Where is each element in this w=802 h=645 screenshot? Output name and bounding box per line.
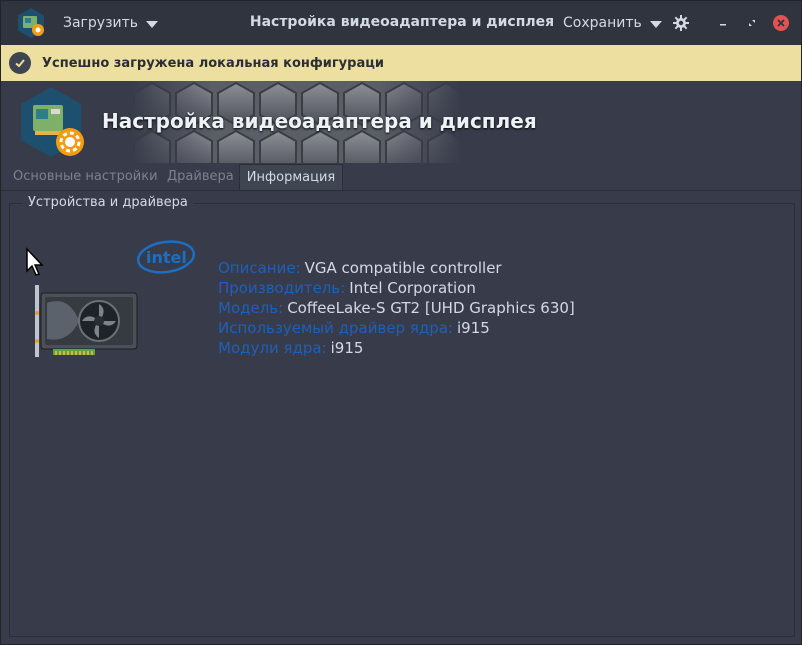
close-button[interactable] <box>771 13 791 33</box>
chevron-down-icon <box>649 20 662 28</box>
minimize-button[interactable] <box>713 13 733 33</box>
load-label: Загрузить <box>63 15 139 31</box>
settings-button[interactable] <box>669 11 693 35</box>
restore-icon <box>749 20 755 26</box>
save-button[interactable]: Сохранить <box>563 11 662 35</box>
restore-button[interactable] <box>742 13 762 33</box>
kernel-driver-label: Используемый драйвер ядра: <box>218 319 453 337</box>
info-message: Успешно загружена локальная конфигураци <box>42 55 384 71</box>
save-label: Сохранить <box>563 15 642 31</box>
detail-row-model: Модель: CoffeeLake-S GT2 [UHD Graphics 63… <box>218 298 575 318</box>
tab-drivers[interactable]: Драйвера <box>167 164 234 190</box>
detail-row-kernel-modules: Модули ядра: i915 <box>218 338 575 358</box>
kernel-modules-value: i915 <box>330 339 364 357</box>
check-icon <box>9 52 31 74</box>
info-bar: Успешно загружена локальная конфигураци <box>1 45 801 81</box>
banner-title: Настройка видеоадаптера и дисплея <box>102 109 537 133</box>
kernel-modules-label: Модули ядра: <box>218 339 327 357</box>
detail-row-kernel-driver: Используемый драйвер ядра: i915 <box>218 318 575 338</box>
description-label: Описание: <box>218 259 301 277</box>
app-icon <box>15 7 47 39</box>
tab-bar: Основные настройки Драйвера Информация <box>1 163 801 191</box>
vendor-label: Производитель: <box>218 279 346 297</box>
kernel-driver-value: i915 <box>457 319 490 337</box>
model-label: Модель: <box>218 299 284 317</box>
app-logo-icon <box>17 85 89 161</box>
vendor-value: Intel Corporation <box>349 279 476 297</box>
gpu-card-icon <box>35 285 138 357</box>
detail-row-description: Описание: VGA compatible controller <box>218 258 575 278</box>
device-details: Описание: VGA compatible controller Произ… <box>218 258 575 358</box>
detail-row-vendor: Производитель: Intel Corporation <box>218 278 575 298</box>
svg-text:intel: intel <box>146 248 187 267</box>
load-button[interactable]: Загрузить <box>63 11 159 35</box>
titlebar: Загрузить Настройка видеоадаптера и дисп… <box>1 1 801 45</box>
gear-icon <box>673 15 689 31</box>
chevron-down-icon <box>146 20 159 28</box>
description-value: VGA compatible controller <box>304 259 502 277</box>
group-title: Устройства и драйвера <box>22 195 194 210</box>
close-icon <box>773 15 789 31</box>
mouse-cursor-icon <box>26 247 44 276</box>
app-window: Загрузить Настройка видеоадаптера и дисп… <box>0 0 802 645</box>
intel-logo: intel <box>136 240 196 274</box>
header-banner: Настройка видеоадаптера и дисплея <box>1 81 801 163</box>
tab-information[interactable]: Информация <box>239 164 343 190</box>
model-value: CoffeeLake-S GT2 [UHD Graphics 630] <box>287 299 575 317</box>
tab-basic-settings[interactable]: Основные настройки <box>13 164 158 190</box>
minimize-icon <box>720 24 726 26</box>
